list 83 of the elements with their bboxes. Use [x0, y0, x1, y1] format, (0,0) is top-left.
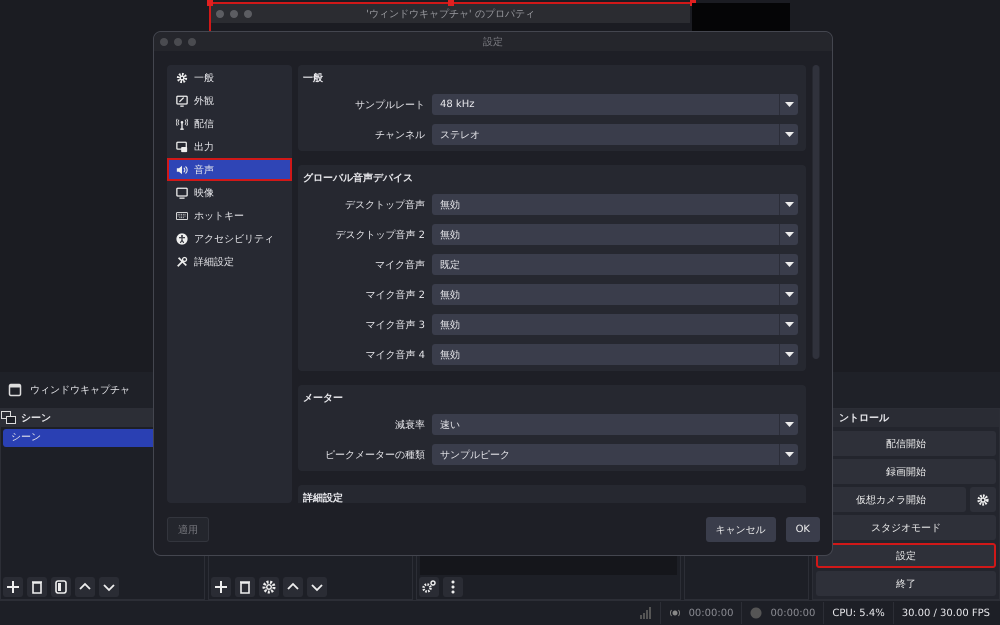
accessibility-icon: [176, 232, 188, 244]
settings-button[interactable]: [970, 487, 996, 512]
add-icon[interactable]: [211, 577, 231, 597]
more-icon[interactable]: [443, 577, 463, 597]
output-icon: [176, 140, 188, 152]
sidebar-item[interactable]: 外観: [167, 89, 292, 112]
dropdown-arrow-icon: [784, 352, 794, 358]
filter-icon[interactable]: [51, 577, 71, 597]
dropdown[interactable]: 48 kHz: [432, 94, 798, 115]
dropdown[interactable]: ステレオ: [432, 124, 798, 145]
control-button[interactable]: 設定: [816, 543, 996, 568]
field-label: デスクトップ音声 2: [334, 228, 426, 242]
settings-icon: [976, 492, 990, 506]
ok-button[interactable]: OK: [786, 517, 820, 542]
gear-icon: [176, 72, 188, 84]
sidebar-item[interactable]: 出力: [167, 135, 292, 158]
field-label: マイク音声 2: [364, 288, 426, 302]
sidebar-item[interactable]: 映像: [167, 181, 292, 204]
dropdown-arrow-icon: [784, 262, 794, 268]
record-time: 00:00:00: [770, 608, 816, 618]
trash-icon[interactable]: [235, 577, 255, 597]
record-icon: [750, 607, 762, 619]
control-button[interactable]: 終了: [816, 571, 996, 596]
dropdown-arrow-icon: [784, 452, 794, 458]
source-name: ウィンドウキャプチャ: [30, 384, 130, 397]
up-icon[interactable]: [283, 577, 303, 597]
down-icon[interactable]: [307, 577, 327, 597]
dropdown[interactable]: 既定: [432, 254, 798, 275]
signal-icon: [640, 607, 652, 619]
field-label: サンプルレート: [354, 98, 426, 112]
cpu-usage: CPU: 5.4%: [832, 608, 885, 618]
dropdown[interactable]: サンプルピーク: [432, 444, 798, 465]
keyboard-icon: [176, 210, 188, 222]
window-title: 設定: [482, 36, 504, 48]
dropdown[interactable]: 無効: [432, 284, 798, 305]
dropdown-arrow-icon: [784, 322, 794, 328]
dropdown-arrow-icon: [784, 292, 794, 298]
field-label: 減衰率: [394, 418, 426, 432]
antenna-icon: [176, 118, 188, 130]
dropdown-arrow-icon: [784, 102, 794, 108]
stream-time: 00:00:00: [688, 608, 734, 618]
dropdown[interactable]: 速い: [432, 414, 798, 435]
field-label: デスクトップ音声: [344, 198, 426, 212]
field-label: マイク音声: [374, 258, 426, 272]
tools-icon: [176, 256, 188, 268]
down-icon[interactable]: [99, 577, 119, 597]
group-title: 詳細設定: [303, 491, 344, 503]
speaker-icon: [176, 164, 188, 176]
field-label: マイク音声 4: [364, 348, 426, 362]
window-title: 'ウィンドウキャプチャ' のプロパティ: [365, 8, 536, 20]
dropdown-arrow-icon: [784, 202, 794, 208]
stream-icon: [668, 607, 681, 619]
sidebar-item[interactable]: アクセシビリティ: [167, 227, 292, 250]
dropdown[interactable]: 無効: [432, 224, 798, 245]
dropdown-arrow-icon: [784, 422, 794, 428]
group-title: グローバル音声デバイス: [303, 171, 414, 185]
trash-icon[interactable]: [27, 577, 47, 597]
dock-title: ントロール: [839, 412, 889, 425]
group-title: 一般: [303, 72, 324, 85]
cancel-button[interactable]: キャンセル: [706, 517, 776, 542]
fps-reading: 30.00 / 30.00 FPS: [902, 608, 990, 618]
dropdown-arrow-icon: [784, 132, 794, 138]
dropdown-arrow-icon: [784, 232, 794, 238]
dropdown[interactable]: 無効: [432, 314, 798, 335]
gears-icon[interactable]: [419, 577, 439, 597]
field-label: ピークメーターの種類: [324, 448, 426, 462]
dropdown[interactable]: 無効: [432, 344, 798, 365]
dropdown[interactable]: 無効: [432, 194, 798, 215]
field-label: チャンネル: [374, 128, 426, 142]
sidebar-item[interactable]: 詳細設定: [167, 250, 292, 273]
dock-title: シーン: [21, 412, 51, 425]
add-icon[interactable]: [3, 577, 23, 597]
sidebar-item[interactable]: 配信: [167, 112, 292, 135]
window-icon: [8, 383, 22, 397]
sidebar-item[interactable]: 音声: [167, 158, 292, 181]
up-icon[interactable]: [75, 577, 95, 597]
field-label: マイク音声 3: [364, 318, 426, 332]
group-title: メーター: [303, 392, 344, 405]
monitor-icon: [176, 186, 188, 198]
monitor-icon: [176, 94, 188, 106]
sidebar-item[interactable]: ホットキー: [167, 204, 292, 227]
sidebar-item[interactable]: 一般: [167, 66, 292, 89]
settings-icon[interactable]: [259, 577, 279, 597]
